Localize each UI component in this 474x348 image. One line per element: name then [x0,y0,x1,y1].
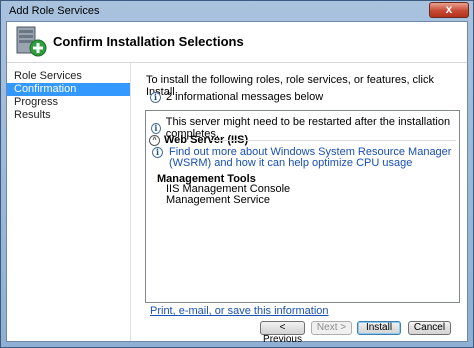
print-email-save-link[interactable]: Print, e-mail, or save this information [150,305,329,317]
nav-item-role-services[interactable]: Role Services [7,70,130,83]
messages-summary-text: 2 informational messages below [166,91,324,103]
dialog-client-area: Confirm Installation Selections Role Ser… [6,21,468,345]
server-add-icon [16,26,47,57]
messages-summary: i 2 informational messages below [150,91,323,103]
wizard-navigation: Role Services Confirmation Progress Resu… [7,63,131,341]
next-button[interactable]: Next > [311,321,352,335]
nav-item-progress[interactable]: Progress [7,96,130,109]
wsrm-info: i Find out more about Windows System Res… [152,147,459,169]
window-title: Add Role Services [9,5,100,17]
close-button[interactable]: x [429,2,469,18]
nav-item-results[interactable]: Results [7,109,130,122]
dialog-header: Confirm Installation Selections [7,22,467,63]
title-bar[interactable]: Add Role Services x [1,1,473,21]
install-button[interactable]: Install [357,321,401,335]
section-divider [211,140,456,141]
previous-button[interactable]: < Previous [260,321,305,345]
info-icon: i [151,122,161,134]
management-item: Management Service [166,194,270,206]
nav-item-confirmation[interactable]: Confirmation [7,83,130,96]
collapse-chevron-icon[interactable]: ^ [149,134,160,146]
confirmation-content: To install the following roles, role ser… [131,63,467,341]
selections-list[interactable]: i This server might need to be restarted… [145,110,460,303]
cancel-button[interactable]: Cancel [408,321,451,335]
info-icon: i [152,147,163,158]
add-role-services-window: Add Role Services x Confirm Installation… [0,0,474,348]
info-icon: i [150,91,161,103]
page-title: Confirm Installation Selections [53,34,244,49]
wsrm-link[interactable]: Find out more about Windows System Resou… [169,147,459,169]
